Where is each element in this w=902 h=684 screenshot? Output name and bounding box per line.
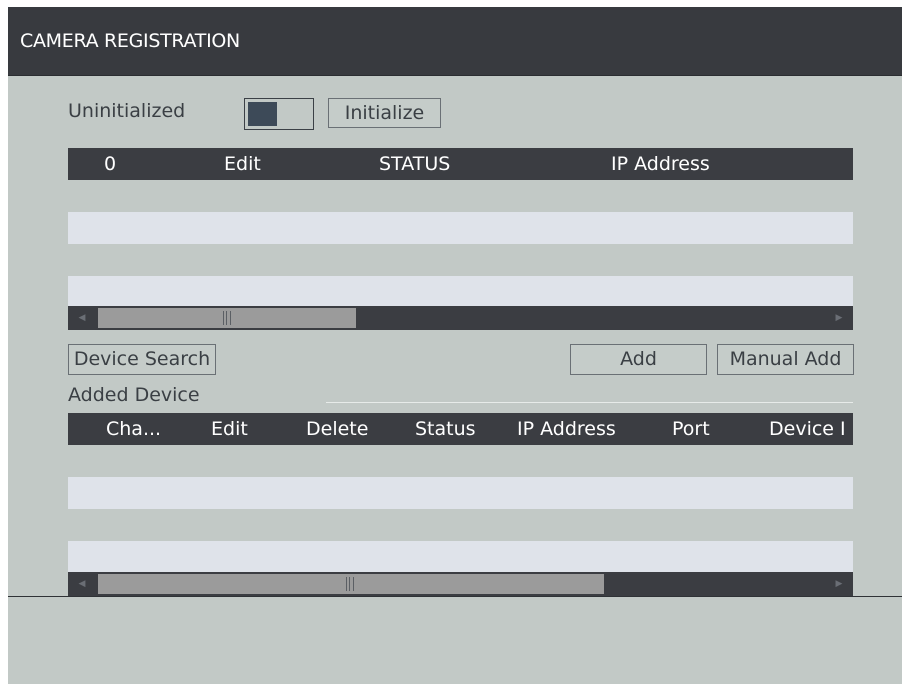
column-header-port[interactable]: Port (672, 413, 710, 445)
uninitialized-label: Uninitialized (68, 100, 186, 122)
scroll-right-icon[interactable]: ▶ (825, 572, 853, 596)
camera-registration-window: CAMERA REGISTRATION Uninitialized Initia… (8, 7, 902, 684)
search-results-table: 0 Edit STATUS IP Address ◀ ▶ (68, 148, 853, 330)
grip-lines-icon (346, 577, 354, 591)
column-header-edit[interactable]: Edit (211, 413, 248, 445)
device-search-button[interactable]: Device Search (68, 344, 216, 375)
column-header-edit[interactable]: Edit (224, 148, 261, 180)
column-header-ip-address[interactable]: IP Address (611, 148, 710, 180)
footer-divider (8, 596, 902, 597)
table-row[interactable] (68, 180, 853, 212)
table-row[interactable] (68, 541, 853, 572)
added-device-table: Cha... Edit Delete Status IP Address Por… (68, 413, 853, 596)
added-device-label: Added Device (68, 384, 200, 406)
window-title: CAMERA REGISTRATION (20, 30, 240, 52)
title-bar: CAMERA REGISTRATION (8, 7, 902, 76)
column-header-status[interactable]: STATUS (379, 148, 450, 180)
table-row[interactable] (68, 244, 853, 276)
scroll-left-icon[interactable]: ◀ (68, 306, 96, 330)
scroll-thumb[interactable] (98, 308, 356, 328)
table-row[interactable] (68, 477, 853, 509)
column-header-delete[interactable]: Delete (306, 413, 368, 445)
column-header-channel[interactable]: Cha... (106, 413, 161, 445)
add-button[interactable]: Add (570, 344, 707, 375)
search-table-scrollbar[interactable]: ◀ ▶ (68, 306, 853, 330)
table-row[interactable] (68, 212, 853, 244)
grip-lines-icon (223, 311, 231, 325)
section-divider (326, 402, 853, 403)
scroll-right-icon[interactable]: ▶ (825, 306, 853, 330)
column-header-device-info[interactable]: Device I (769, 413, 846, 445)
table-row[interactable] (68, 445, 853, 477)
column-header-status[interactable]: Status (415, 413, 476, 445)
table-row[interactable] (68, 276, 853, 306)
toggle-knob-icon (248, 102, 277, 126)
search-table-header: 0 Edit STATUS IP Address (68, 148, 853, 180)
table-row[interactable] (68, 509, 853, 541)
uninitialized-toggle[interactable] (244, 98, 314, 130)
scroll-thumb[interactable] (98, 574, 604, 594)
initialize-button[interactable]: Initialize (328, 98, 441, 128)
column-header-index[interactable]: 0 (104, 148, 116, 180)
column-header-ip-address[interactable]: IP Address (517, 413, 616, 445)
manual-add-button[interactable]: Manual Add (717, 344, 854, 375)
added-device-scrollbar[interactable]: ◀ ▶ (68, 572, 853, 596)
added-device-table-header: Cha... Edit Delete Status IP Address Por… (68, 413, 853, 445)
scroll-left-icon[interactable]: ◀ (68, 572, 96, 596)
